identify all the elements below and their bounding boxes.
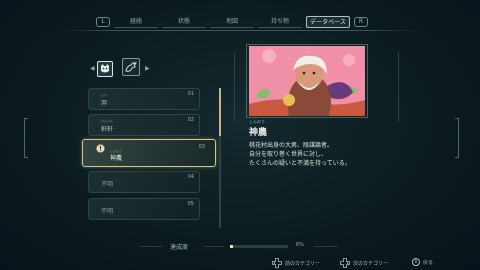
top-tab-bar: L 経絡 状態 地図 持ち物 データベース R [96, 14, 386, 30]
left-bumper-button[interactable]: L [96, 17, 110, 27]
list-item[interactable]: 04 不明 [88, 171, 200, 193]
tab-database[interactable]: データベース [306, 16, 350, 28]
entry-name: 不明 [101, 181, 114, 188]
entry-ruby: ふい [101, 93, 108, 97]
description-line: 桃花村出身の大男、陰謀論者。 [249, 142, 334, 149]
tab-meridians[interactable]: 経絡 [114, 16, 158, 28]
progress-value: 6% [296, 242, 304, 248]
progress-fill [230, 245, 234, 248]
entry-number: 04 [187, 174, 194, 180]
list-item-selected[interactable]: 03 しんのう 神農 [82, 139, 216, 167]
tab-map[interactable]: 地図 [210, 16, 254, 28]
tab-divider [60, 30, 420, 31]
dragon-icon[interactable] [122, 58, 140, 76]
progress-deco-right [314, 246, 338, 247]
entry-name: 軒軒 [101, 126, 114, 133]
entry-name: 神農 [110, 155, 123, 162]
detail-name: 神農 [249, 128, 268, 138]
category-prev-arrow-icon[interactable]: ◀ [90, 65, 95, 72]
list-item[interactable]: 02 けんけん 軒軒 [88, 114, 200, 136]
footer-next-category[interactable]: 次のカテゴリー [340, 258, 388, 268]
category-next-arrow-icon[interactable]: ▶ [145, 65, 150, 72]
description-line: 自分を取り巻く世界に対し、 [249, 151, 328, 158]
progress-deco-mid [204, 246, 224, 247]
next-category-label: 次のカテゴリー [353, 260, 389, 267]
list-item[interactable]: 01 ふい 羿 [88, 88, 200, 110]
progress-deco-left [140, 246, 162, 247]
entry-number: 02 [187, 117, 194, 123]
progress-track [230, 245, 288, 248]
alert-icon [96, 144, 105, 153]
entry-number: 05 [187, 201, 194, 207]
left-bracket-decoration [24, 118, 28, 158]
divider-right [398, 52, 399, 122]
dpad-icon [272, 258, 282, 268]
entry-number: 01 [187, 91, 194, 97]
back-button-icon: B [412, 258, 420, 266]
dpad-icon [340, 258, 350, 268]
tab-status[interactable]: 状態 [162, 16, 206, 28]
tab-inventory[interactable]: 持ち物 [258, 16, 302, 28]
back-label: 戻る [423, 259, 434, 266]
cat-face-icon[interactable] [97, 61, 113, 77]
divider-left [234, 52, 235, 122]
prev-category-label: 前のカテゴリー [285, 260, 321, 267]
progress-label: 達成度 [170, 244, 189, 251]
character-portrait [249, 46, 365, 116]
footer-back[interactable]: B 戻る [412, 258, 433, 266]
entry-name: 不明 [101, 208, 114, 215]
right-bracket-decoration [455, 118, 459, 158]
list-item[interactable]: 05 不明 [88, 198, 200, 220]
description-line: たくさんの疑いと不満を持っている。 [249, 160, 351, 167]
entry-name: 羿 [101, 100, 108, 107]
detail-description: 桃花村出身の大男、陰謀論者。 自分を取り巻く世界に対し、 たくさんの疑いと不満を… [249, 141, 449, 168]
right-bumper-button[interactable]: R [354, 17, 368, 27]
entry-number: 03 [198, 144, 205, 150]
entry-ruby: けんけん [101, 119, 114, 123]
footer-prev-category[interactable]: 前のカテゴリー [272, 258, 320, 268]
list-scroll-thumb[interactable] [219, 88, 221, 136]
